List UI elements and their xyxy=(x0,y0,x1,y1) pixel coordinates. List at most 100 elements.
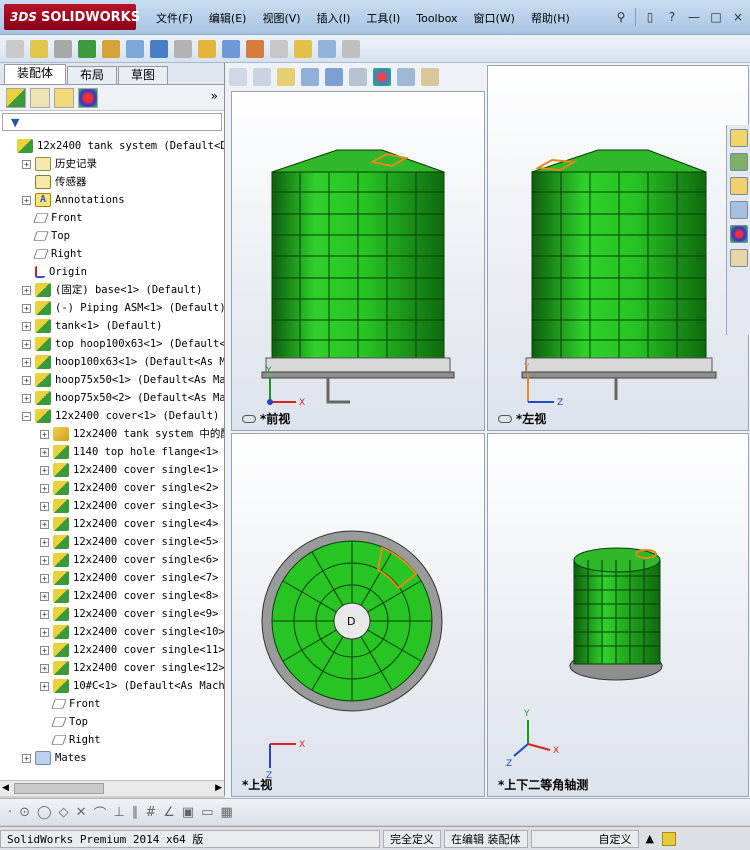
tree-expander[interactable]: + xyxy=(22,285,31,295)
tree-item[interactable]: +12x2400 cover single<12> (D xyxy=(40,659,224,677)
maximize-button[interactable]: □ xyxy=(708,9,724,25)
tree-item[interactable]: + 历史记录 xyxy=(22,155,97,173)
menu-file[interactable]: 文件(F) xyxy=(148,10,201,28)
minimize-button[interactable]: — xyxy=(686,9,702,25)
tree-item[interactable]: +12x2400 tank system 中的配合 xyxy=(40,425,224,443)
tree-expander[interactable]: + xyxy=(40,429,49,439)
smart-fasteners-icon[interactable] xyxy=(126,39,144,58)
center-icon[interactable]: ◯ xyxy=(37,805,52,820)
menu-window[interactable]: 窗口(W) xyxy=(465,10,522,28)
tree-expander[interactable]: + xyxy=(40,447,49,457)
tree-item[interactable]: +12x2400 cover single<7> (De xyxy=(40,569,224,587)
rebuild-icon[interactable] xyxy=(661,831,676,846)
feature-manager-icon[interactable] xyxy=(6,87,26,108)
tree-item[interactable]: Front xyxy=(40,695,101,713)
menu-tools[interactable]: 工具(I) xyxy=(358,10,408,28)
3d-box-icon[interactable]: ▣ xyxy=(182,805,194,820)
point-icon[interactable]: · xyxy=(8,805,12,820)
tree-filter[interactable]: ▼ xyxy=(2,113,222,131)
configuration-manager-icon[interactable] xyxy=(54,87,74,108)
display-manager-icon[interactable] xyxy=(78,87,98,108)
tree-expander[interactable]: + xyxy=(22,753,31,763)
tree-item[interactable]: + (固定) base<1> (Default) xyxy=(22,281,202,299)
help-button[interactable]: ? xyxy=(664,9,680,25)
units-arrow-icon[interactable]: ▲ xyxy=(646,832,654,845)
tree-expander[interactable]: + xyxy=(22,159,31,169)
bill-of-materials-icon[interactable] xyxy=(270,39,288,58)
tree-expander[interactable]: + xyxy=(40,555,49,565)
tree-item[interactable]: +1140 top hole flange<1> (De xyxy=(40,443,224,461)
view-settings-icon[interactable] xyxy=(421,68,439,86)
linear-pattern-icon[interactable] xyxy=(102,39,120,58)
tree-expander[interactable]: + xyxy=(22,375,31,385)
show-hidden-icon[interactable] xyxy=(174,39,192,58)
file-explorer-icon[interactable] xyxy=(729,177,748,195)
mate-icon[interactable] xyxy=(78,39,96,58)
tree-item[interactable]: + hoop75x50<2> (Default<As Machi xyxy=(22,389,224,407)
tree-item[interactable]: + A Annotations xyxy=(22,191,125,209)
instant3d-icon[interactable] xyxy=(342,39,360,58)
tab-layout[interactable]: 布局 xyxy=(67,66,118,84)
tree-item[interactable]: + hoop75x50<1> (Default<As Machi xyxy=(22,371,224,389)
scroll-thumb[interactable] xyxy=(14,783,104,794)
design-library-icon[interactable] xyxy=(729,153,748,171)
horizontal-scrollbar[interactable]: ◀ ▶ xyxy=(0,780,224,796)
display-style-icon[interactable] xyxy=(349,68,367,86)
tree-expander[interactable]: + xyxy=(40,663,49,673)
cross-icon[interactable]: ✕ xyxy=(76,805,87,820)
tree-item[interactable]: +12x2400 cover single<6> (De xyxy=(40,551,224,569)
zoom-to-fit-icon[interactable] xyxy=(229,68,247,86)
perpendicular-icon[interactable]: ⊥ xyxy=(114,805,125,820)
view-palette-icon[interactable] xyxy=(729,201,748,219)
tree-item[interactable]: +12x2400 cover single<9> (De xyxy=(40,605,224,623)
tree-item[interactable]: +12x2400 cover single<2> (De xyxy=(40,479,224,497)
tree-expander[interactable]: + xyxy=(40,573,49,583)
section-view-icon[interactable] xyxy=(301,68,319,86)
tree-expander[interactable]: + xyxy=(22,321,31,331)
new-motion-study-icon[interactable] xyxy=(246,39,264,58)
tree-expander[interactable]: + xyxy=(40,627,49,637)
solidworks-resources-icon[interactable] xyxy=(729,129,748,147)
pin-icon[interactable]: ⚲ xyxy=(613,9,629,25)
tree-expander[interactable]: + xyxy=(22,195,31,205)
solidworks-logo[interactable]: 3DS SOLIDWORKS xyxy=(4,4,140,30)
tree-item[interactable]: +10#C<1> (Default<As Machine xyxy=(40,677,224,695)
tree-expander[interactable]: + xyxy=(22,339,31,349)
insert-components-icon[interactable] xyxy=(6,39,24,58)
menu-toolbox[interactable]: Toolbox xyxy=(408,10,465,28)
tree-expander[interactable]: + xyxy=(40,537,49,547)
viewport-top[interactable]: D X Z *上视 xyxy=(231,433,485,797)
more-tabs-chevron[interactable]: » xyxy=(211,89,218,103)
tree-item[interactable]: Origin xyxy=(22,263,87,281)
tree-item[interactable]: + Mates xyxy=(22,749,87,767)
view-orientation-icon[interactable] xyxy=(325,68,343,86)
move-component-icon[interactable] xyxy=(150,39,168,58)
tree-expander[interactable]: + xyxy=(22,393,31,403)
tree-item[interactable]: − 12x2400 cover<1> (Default) xyxy=(22,407,219,425)
reference-geometry-icon[interactable] xyxy=(222,39,240,58)
tree-item[interactable]: +12x2400 cover single<3> (De xyxy=(40,497,224,515)
tree-item[interactable]: + hoop100x63<1> (Default<As Mach xyxy=(22,353,224,371)
scroll-right-arrow[interactable]: ▶ xyxy=(215,783,222,793)
tree-item[interactable]: +12x2400 cover single<10> (D xyxy=(40,623,224,641)
tree-item[interactable]: 传感器 xyxy=(22,173,87,191)
tree-expander[interactable]: + xyxy=(40,519,49,529)
menu-insert[interactable]: 插入(I) xyxy=(309,10,359,28)
tree-expander[interactable]: + xyxy=(40,681,49,691)
tree-expander[interactable]: + xyxy=(40,591,49,601)
tree-item[interactable]: +12x2400 cover single<8> (De xyxy=(40,587,224,605)
tree-expander[interactable]: + xyxy=(40,645,49,655)
tree-expander[interactable]: + xyxy=(40,609,49,619)
graphics-area[interactable]: ▣ ▣ ❐ ✕ xyxy=(225,63,750,798)
assembly-features-icon[interactable] xyxy=(198,39,216,58)
diamond-icon[interactable]: ◇ xyxy=(59,805,69,820)
single-view-icon[interactable]: ▭ xyxy=(201,805,213,820)
zoom-area-icon[interactable] xyxy=(253,68,271,86)
property-manager-icon[interactable] xyxy=(30,87,50,108)
tree-item[interactable]: Front xyxy=(22,209,83,227)
exploded-view-icon[interactable] xyxy=(294,39,312,58)
tree-expander[interactable]: + xyxy=(40,483,49,493)
status-units[interactable]: 自定义 xyxy=(530,829,639,848)
tree-item[interactable]: + tank<1> (Default) xyxy=(22,317,162,335)
tree-item[interactable]: 12x2400 tank system (Default<Def xyxy=(4,137,224,155)
